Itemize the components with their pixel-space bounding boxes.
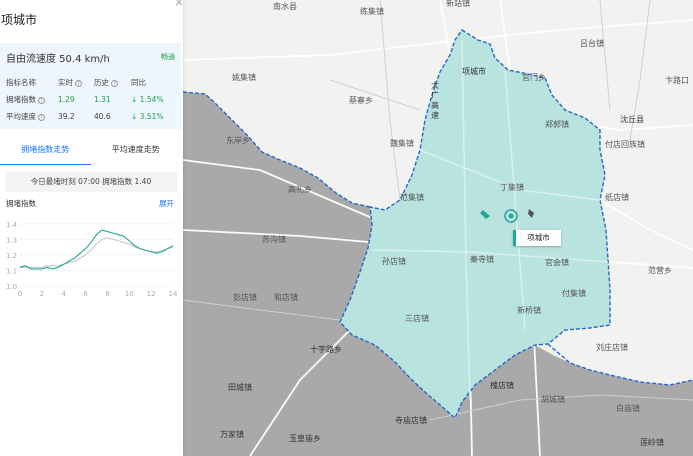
info-panel: 项城市 × 自由流速度 50.4 km/h 畅通 指标名称 实时? 历史? 同比… — [0, 0, 184, 456]
row-yoy: ↓ 3.51% — [131, 112, 164, 121]
svg-text:官会镇: 官会镇 — [545, 257, 569, 267]
y-tick-label: 1.2 — [6, 252, 17, 260]
svg-text:官门乡: 官门乡 — [522, 72, 546, 82]
svg-text:刘庄店镇: 刘庄店镇 — [596, 342, 628, 352]
svg-text:玉皇庙乡: 玉皇庙乡 — [289, 433, 321, 443]
row-name: 平均速度? — [6, 111, 58, 122]
speed-summary: 自由流速度 50.4 km/h 畅通 指标名称 实时? 历史? 同比 拥堵指数?… — [0, 43, 181, 129]
x-tick-label: 2 — [40, 290, 44, 298]
free-flow-speed: 自由流速度 50.4 km/h — [6, 54, 110, 65]
svg-text:沈丘县: 沈丘县 — [620, 114, 644, 124]
help-icon[interactable]: ? — [38, 96, 45, 104]
trend-tabs: 拥堵指数走势 平均速度走势 — [0, 137, 181, 165]
y-tick-label: 1.0 — [6, 283, 17, 291]
svg-text:姚集镇: 姚集镇 — [232, 72, 256, 82]
svg-text:莲岭镇: 莲岭镇 — [640, 437, 664, 447]
svg-text:万家镇: 万家镇 — [220, 429, 244, 439]
x-tick-label: 0 — [18, 290, 22, 298]
svg-text:寺庙店镇: 寺庙店镇 — [395, 415, 427, 425]
svg-text:东岸乡: 东岸乡 — [226, 135, 250, 145]
header-name: 指标名称 — [6, 78, 36, 87]
tab-congestion-trend[interactable]: 拥堵指数走势 — [0, 137, 91, 165]
table-header-row: 指标名称 实时? 历史? 同比 — [6, 74, 171, 91]
svg-text:广: 广 — [431, 90, 439, 100]
header-history: 历史? — [94, 77, 131, 88]
row-name: 拥堵指数? — [6, 94, 58, 105]
svg-text:吕台镇: 吕台镇 — [580, 38, 604, 48]
svg-text:付集镇: 付集镇 — [562, 288, 586, 298]
svg-text:付店回族镇: 付店回族镇 — [605, 139, 645, 149]
y-tick-label: 1.1 — [6, 267, 17, 275]
row-history: 40.6 — [94, 112, 111, 121]
svg-text:高: 高 — [431, 100, 439, 110]
svg-text:丁集镇: 丁集镇 — [500, 182, 524, 192]
svg-text:新站镇: 新站镇 — [446, 0, 470, 8]
svg-text:田城镇: 田城镇 — [228, 382, 252, 392]
header-realtime: 实时? — [58, 77, 94, 88]
tab-speed-trend[interactable]: 平均速度走势 — [91, 137, 182, 165]
x-tick-label: 14 — [169, 290, 178, 298]
row-history: 1.31 — [94, 95, 111, 104]
svg-text:练集镇: 练集镇 — [360, 6, 384, 16]
help-icon[interactable]: ? — [111, 79, 118, 87]
header-yoy: 同比 — [131, 78, 146, 87]
row-yoy: ↓ 1.54% — [131, 95, 164, 104]
x-tick-label: 12 — [147, 290, 156, 298]
help-icon[interactable]: ? — [75, 79, 82, 87]
status-badge: 畅通 — [161, 53, 175, 61]
svg-text:大: 大 — [431, 80, 439, 90]
svg-text:范营乡: 范营乡 — [648, 265, 672, 275]
map-city-label[interactable]: 项城市 — [513, 230, 561, 246]
svg-text:高礼乡: 高礼乡 — [288, 184, 312, 194]
svg-text:白庙镇: 白庙镇 — [616, 403, 640, 413]
help-icon[interactable]: ? — [38, 113, 45, 121]
y-tick-label: 1.3 — [6, 236, 17, 244]
x-tick-label: 6 — [83, 290, 88, 298]
table-row: 平均速度? 39.2 40.6 ↓ 3.51% — [6, 108, 171, 125]
svg-text:苏沟镇: 苏沟镇 — [262, 234, 286, 244]
svg-text:项城市: 项城市 — [462, 66, 486, 76]
svg-text:郑郭镇: 郑郭镇 — [545, 119, 569, 129]
svg-text:胡城镇: 胡城镇 — [541, 394, 565, 404]
row-realtime: 39.2 — [58, 112, 75, 121]
svg-text:槐店镇: 槐店镇 — [490, 380, 514, 390]
series-line — [20, 237, 174, 268]
svg-text:魏集镇: 魏集镇 — [390, 138, 414, 148]
svg-text:南水县: 南水县 — [273, 1, 297, 11]
svg-text:和店镇: 和店镇 — [274, 292, 298, 302]
svg-text:十字路乡: 十字路乡 — [310, 344, 342, 354]
svg-text:蔡寨乡: 蔡寨乡 — [349, 95, 373, 105]
x-tick-label: 10 — [125, 290, 134, 298]
svg-text:速: 速 — [431, 111, 439, 120]
svg-text:新桥镇: 新桥镇 — [517, 305, 541, 315]
svg-text:卞路口: 卞路口 — [665, 75, 689, 85]
svg-text:纸店镇: 纸店镇 — [605, 192, 629, 202]
svg-text:范集镇: 范集镇 — [400, 192, 424, 202]
x-tick-label: 8 — [105, 290, 109, 298]
city-title: 项城市 — [1, 13, 38, 27]
y-tick-label: 1.4 — [6, 221, 18, 229]
row-realtime: 1.29 — [58, 95, 75, 104]
peak-time-info: 今日最堵时刻 07:00 拥堵指数 1.40 — [5, 172, 177, 192]
svg-text:彭店镇: 彭店镇 — [233, 292, 257, 302]
svg-text:三店镇: 三店镇 — [405, 313, 429, 323]
svg-text:孙店镇: 孙店镇 — [382, 256, 406, 266]
congestion-chart: 1.0 1.1 1.2 1.3 1.4 0 2 4 6 8 10 12 14 — [6, 221, 178, 298]
series-line — [19, 229, 174, 270]
close-icon[interactable]: × — [174, 0, 184, 8]
table-row: 拥堵指数? 1.29 1.31 ↓ 1.54% — [6, 91, 171, 108]
metric-table: 指标名称 实时? 历史? 同比 拥堵指数? 1.29 1.31 ↓ 1.54% … — [6, 74, 171, 125]
x-tick-label: 4 — [61, 290, 66, 298]
svg-text:秦寺镇: 秦寺镇 — [470, 254, 494, 264]
